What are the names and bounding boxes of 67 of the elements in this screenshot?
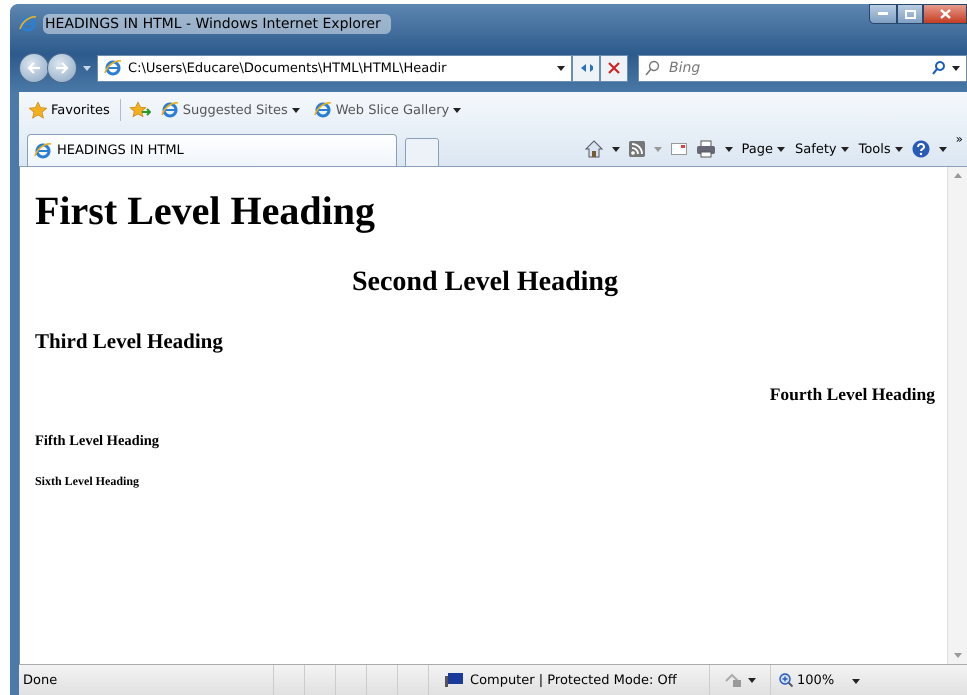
search-field[interactable]: Bing (667, 59, 926, 77)
window-title: HEADINGS IN HTML - Windows Internet Explorer (43, 14, 391, 34)
caret-icon[interactable] (852, 678, 860, 684)
help-icon[interactable] (912, 140, 930, 158)
maximize-icon (904, 10, 916, 18)
minimize-icon (878, 12, 888, 16)
printer-icon[interactable] (696, 140, 716, 158)
back-button[interactable] (19, 53, 49, 83)
caret-icon[interactable] (952, 66, 960, 70)
page-heading: Sixth Level Heading (35, 474, 140, 488)
favorites-bar-item[interactable]: Suggested Sites (158, 99, 302, 121)
scroll-up-icon[interactable] (954, 173, 962, 178)
feed-icon[interactable] (628, 141, 645, 157)
caret-icon[interactable] (777, 146, 786, 152)
refresh-button[interactable] (572, 54, 600, 82)
overflow-chevron[interactable]: » (956, 132, 967, 146)
close-icon (940, 9, 950, 19)
history-caret-icon[interactable] (83, 66, 91, 70)
zoom-icon (779, 673, 793, 687)
status-text: Done (23, 672, 58, 688)
caret-icon[interactable] (724, 146, 733, 152)
browser-logo-icon (34, 142, 52, 160)
favorites-bar-item[interactable]: Web Slice Gallery (312, 99, 464, 121)
close-button[interactable] (923, 4, 967, 24)
caret-icon[interactable] (453, 108, 462, 112)
security-zone: Computer | Protected Mode: Off (470, 672, 677, 688)
star-icon (29, 102, 47, 118)
browser-tab[interactable]: HEADINGS IN HTML (27, 134, 397, 166)
address-field[interactable]: C:\Users\Educare\Documents\HTML\HTML\Headir (97, 54, 572, 82)
search-icon[interactable] (932, 61, 946, 75)
computer-icon (444, 672, 464, 688)
page-heading: First Level Heading (35, 188, 375, 233)
menu-button[interactable]: Page (742, 142, 786, 156)
forward-button[interactable] (47, 53, 77, 83)
page-icon (314, 101, 332, 119)
caret-icon[interactable] (840, 146, 849, 152)
page-icon (160, 101, 179, 119)
zoom-button[interactable]: 100% (771, 665, 842, 695)
caret-icon[interactable] (612, 146, 620, 152)
search-icon (645, 60, 661, 76)
scrollbar[interactable] (947, 167, 967, 664)
add-favorite-icon[interactable] (128, 101, 151, 119)
menu-button[interactable]: Tools (858, 142, 903, 156)
caret-icon[interactable] (557, 66, 565, 70)
page-heading: Fifth Level Heading (35, 432, 160, 449)
scroll-down-icon[interactable] (954, 653, 962, 658)
page-heading: Third Level Heading (35, 328, 223, 353)
maximize-button[interactable] (897, 4, 923, 24)
mail-icon[interactable] (670, 143, 687, 155)
refresh-icon (579, 61, 593, 75)
menu-button[interactable]: Safety (795, 142, 849, 156)
caret-icon[interactable] (748, 678, 756, 682)
caret-icon[interactable] (938, 146, 947, 152)
browser-logo-icon (19, 15, 37, 33)
stop-icon (608, 62, 620, 74)
search-box[interactable]: Bing (638, 54, 967, 82)
caret-icon[interactable] (292, 108, 300, 112)
favorites-button[interactable]: Favorites (27, 100, 112, 120)
page-heading: Second Level Heading (352, 266, 618, 297)
stop-button[interactable] (600, 54, 628, 82)
page-heading: Fourth Level Heading (770, 384, 935, 404)
minimize-button[interactable] (869, 4, 897, 24)
back-arrow-icon (27, 62, 41, 74)
browser-logo-icon (104, 59, 122, 77)
caret-icon[interactable] (894, 146, 903, 152)
home-icon[interactable] (584, 140, 603, 158)
forward-arrow-icon (55, 62, 69, 74)
